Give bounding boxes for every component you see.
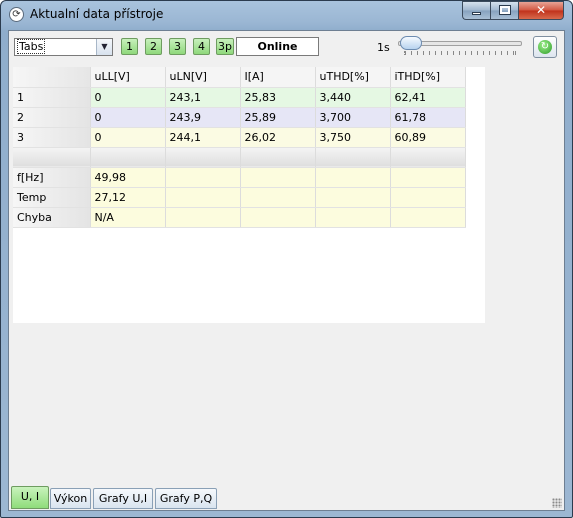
table-cell[interactable]: 3,440 — [315, 87, 391, 108]
table-row: Chyba N/A — [13, 207, 466, 228]
refresh-button[interactable]: ↻ — [533, 36, 557, 58]
corner-cell — [13, 67, 91, 88]
phase-button-3[interactable]: 3 — [169, 38, 186, 55]
column-header: I[A] — [240, 67, 316, 88]
resize-grip-icon[interactable] — [552, 498, 562, 508]
phase-button-1[interactable]: 1 — [121, 38, 138, 55]
view-mode-select[interactable]: Tabs ▼ — [14, 38, 113, 56]
separator-cell — [165, 147, 241, 168]
tab-grafy-p-q[interactable]: Grafy P,Q — [155, 488, 217, 509]
separator-cell — [315, 147, 391, 168]
table-cell[interactable]: 3,700 — [315, 107, 391, 128]
table-cell[interactable]: 61,78 — [390, 107, 466, 128]
table-cell[interactable]: 0 — [90, 127, 166, 148]
row-header: Chyba — [13, 207, 91, 228]
phase-button-4[interactable]: 4 — [193, 38, 210, 55]
maximize-button[interactable] — [490, 1, 518, 20]
table-cell[interactable]: 26,02 — [240, 127, 316, 148]
row-header: f[Hz] — [13, 167, 91, 188]
table-cell — [165, 187, 241, 208]
minimize-button[interactable] — [462, 1, 490, 20]
table-row: Temp 27,12 — [13, 187, 466, 208]
row-header: Temp — [13, 187, 91, 208]
tab-vykon[interactable]: Výkon — [50, 488, 91, 509]
column-header: uTHD[%] — [315, 67, 391, 88]
close-button[interactable]: ✕ — [518, 1, 564, 20]
minimize-icon — [472, 12, 481, 15]
table-cell — [240, 167, 316, 188]
table-cell[interactable]: 3,750 — [315, 127, 391, 148]
table-cell[interactable]: 60,89 — [390, 127, 466, 148]
tab-u-i[interactable]: U, I — [11, 486, 49, 509]
table-cell[interactable]: 27,12 — [90, 187, 166, 208]
table-header-row: uLL[V] uLN[V] I[A] uTHD[%] iTHD[%] — [13, 67, 466, 88]
separator-cell — [90, 147, 166, 168]
refresh-cycle-icon[interactable]: ⟳ — [9, 7, 24, 22]
main-window: ⟳ Aktualní data přístroje ✕ Tabs ▼ 1 2 3… — [0, 0, 573, 518]
toolbar: Tabs ▼ 1 2 3 4 3p Online 1s ↻ — [9, 31, 564, 63]
table-row: 3 0 244,1 26,02 3,750 60,89 — [13, 127, 466, 148]
refresh-icon: ↻ — [538, 40, 552, 54]
table-cell[interactable]: 244,1 — [165, 127, 241, 148]
table-cell — [165, 207, 241, 228]
view-mode-value: Tabs — [17, 39, 46, 54]
table-cell — [165, 167, 241, 188]
measurement-table: uLL[V] uLN[V] I[A] uTHD[%] iTHD[%] 1 0 2… — [13, 67, 466, 228]
row-header: 1 — [13, 87, 91, 108]
table-cell[interactable]: 0 — [90, 87, 166, 108]
table-row: 2 0 243,9 25,89 3,700 61,78 — [13, 107, 466, 128]
table-cell[interactable]: 243,9 — [165, 107, 241, 128]
close-icon: ✕ — [535, 3, 547, 17]
column-header: iTHD[%] — [390, 67, 466, 88]
table-cell[interactable]: 243,1 — [165, 87, 241, 108]
table-cell — [240, 207, 316, 228]
table-cell — [315, 207, 391, 228]
connection-status: Online — [236, 37, 319, 56]
table-cell — [390, 207, 466, 228]
table-cell — [390, 187, 466, 208]
interval-label: 1s — [377, 41, 390, 54]
data-panel: uLL[V] uLN[V] I[A] uTHD[%] iTHD[%] 1 0 2… — [13, 67, 485, 323]
separator-cell — [13, 147, 91, 168]
phase-button-3p[interactable]: 3p — [216, 38, 234, 55]
interval-slider-thumb[interactable] — [400, 36, 422, 50]
row-header: 3 — [13, 127, 91, 148]
phase-button-2[interactable]: 2 — [145, 38, 162, 55]
table-row: 1 0 243,1 25,83 3,440 62,41 — [13, 87, 466, 108]
tab-grafy-u-i[interactable]: Grafy U,I — [93, 488, 153, 509]
separator-row — [13, 147, 466, 168]
slider-ticks — [404, 51, 516, 55]
table-cell[interactable]: 0 — [90, 107, 166, 128]
separator-cell — [390, 147, 466, 168]
table-cell[interactable]: N/A — [90, 207, 166, 228]
maximize-icon — [498, 5, 511, 15]
separator-cell — [240, 147, 316, 168]
table-cell — [315, 167, 391, 188]
row-header: 2 — [13, 107, 91, 128]
table-row: f[Hz] 49,98 — [13, 167, 466, 188]
window-title: Aktualní data přístroje — [30, 7, 164, 21]
table-cell[interactable]: 25,83 — [240, 87, 316, 108]
table-cell[interactable]: 25,89 — [240, 107, 316, 128]
column-header: uLN[V] — [165, 67, 241, 88]
table-cell[interactable]: 49,98 — [90, 167, 166, 188]
table-cell[interactable]: 62,41 — [390, 87, 466, 108]
table-cell — [390, 167, 466, 188]
title-bar[interactable]: ⟳ Aktualní data přístroje ✕ — [1, 1, 572, 28]
table-cell — [240, 187, 316, 208]
column-header: uLL[V] — [90, 67, 166, 88]
table-cell — [315, 187, 391, 208]
chevron-down-icon[interactable]: ▼ — [96, 39, 112, 55]
client-area: Tabs ▼ 1 2 3 4 3p Online 1s ↻ uLL[V] uLN… — [8, 30, 565, 511]
